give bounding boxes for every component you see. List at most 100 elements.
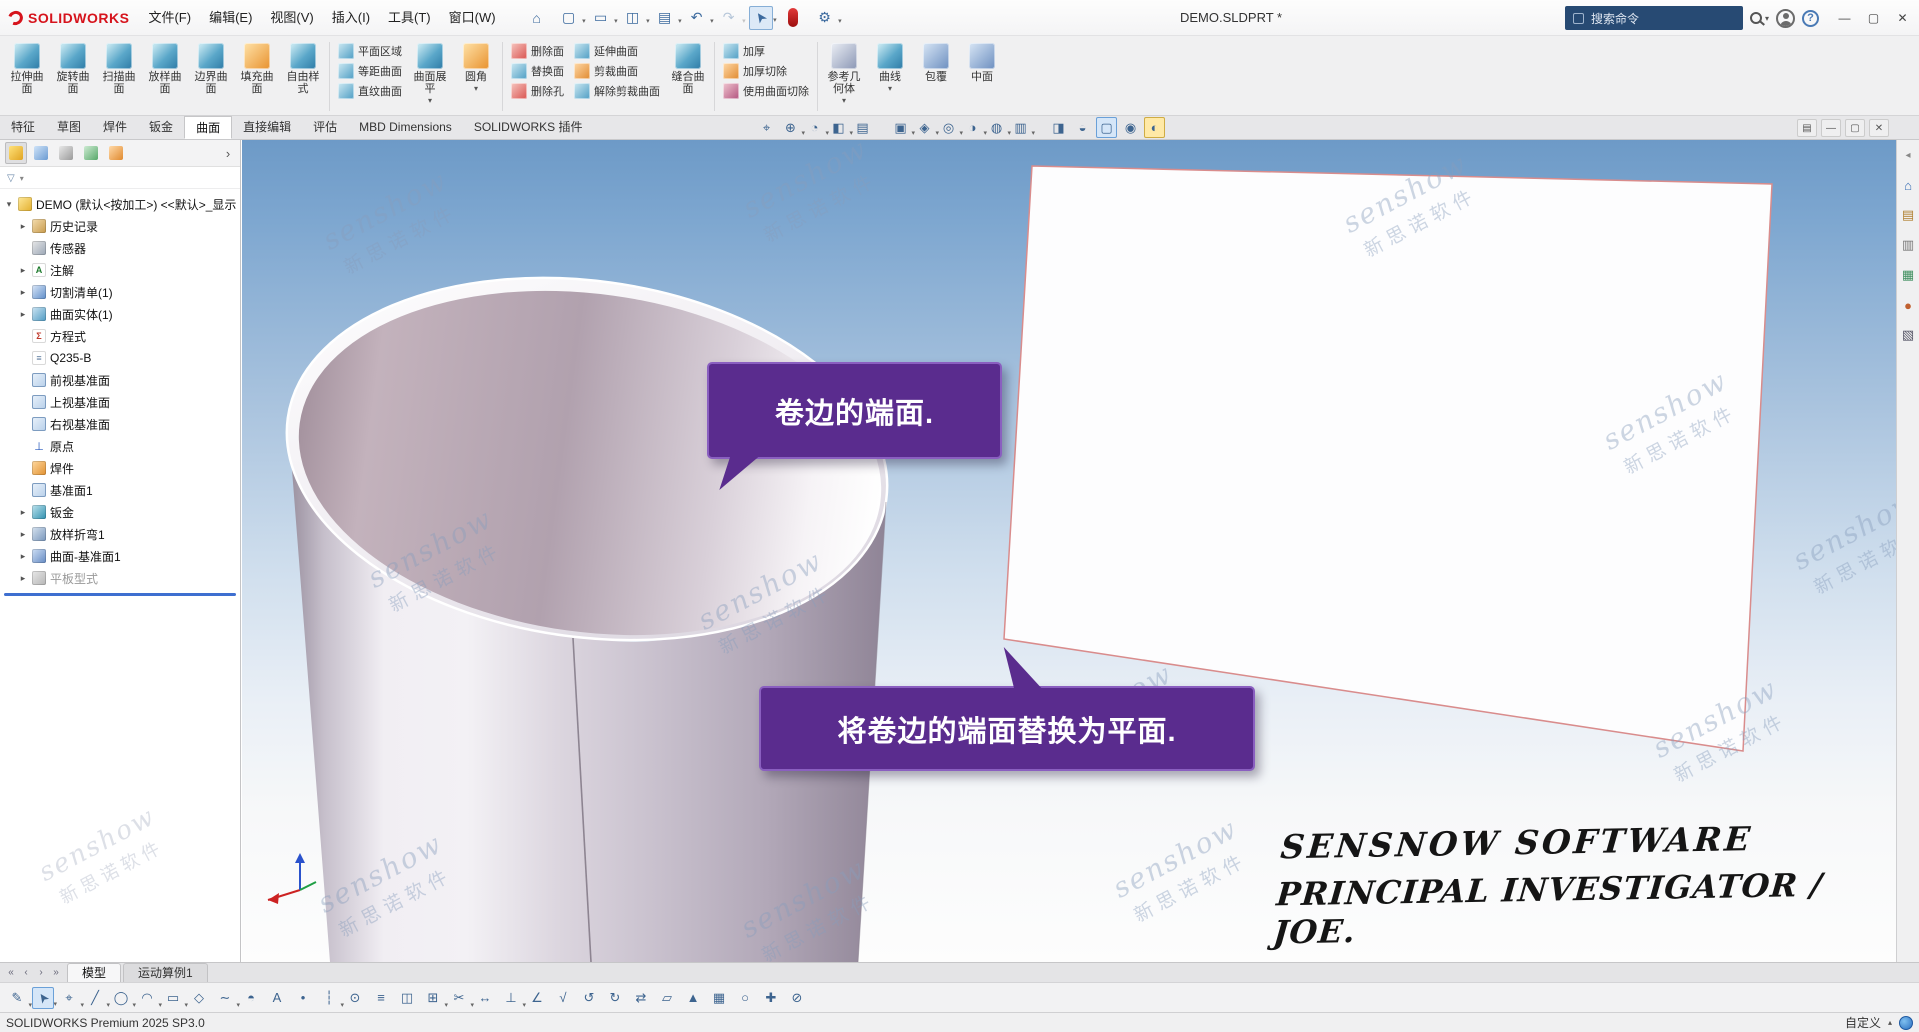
solidworks-resources-icon[interactable]: ⌂ (1899, 176, 1917, 194)
filter-caret-icon[interactable] (20, 172, 24, 184)
linear-pattern-icon[interactable]: ⊞ (422, 987, 444, 1009)
zoom-area-icon[interactable]: ⊕ (780, 117, 801, 138)
tree-item-surface-plane[interactable]: 曲面-基准面1 (2, 545, 240, 567)
undo-button[interactable]: ↶ (685, 6, 709, 30)
featuremanager-tab-icon[interactable] (5, 142, 27, 164)
menu-tools[interactable]: 工具(T) (379, 0, 440, 36)
dynamic-annotation-icon[interactable]: ▤ (852, 117, 873, 138)
xpress-products-button[interactable] (781, 6, 805, 30)
display-style-icon[interactable]: ◈ (914, 117, 935, 138)
expand-icon[interactable] (18, 287, 28, 298)
scroll-prev-icon[interactable]: ‹ (21, 967, 31, 978)
circle-tool-icon[interactable]: ◯ (110, 987, 132, 1009)
spline-tool-icon[interactable]: ∼ (214, 987, 236, 1009)
tab-evaluate[interactable]: 评估 (302, 116, 348, 139)
thickened-cut-button[interactable]: 加厚切除 (723, 63, 809, 79)
tree-item-surface-bodies[interactable]: 曲面实体(1) (2, 303, 240, 325)
design-library-icon[interactable]: ▤ (1899, 206, 1917, 224)
tab-features[interactable]: 特征 (0, 116, 46, 139)
trim-surface-button[interactable]: 剪裁曲面 (574, 63, 660, 79)
scroll-start-icon[interactable]: « (6, 967, 16, 978)
reference-geometry-button[interactable]: 参考几何体 (821, 38, 867, 115)
centerline-tool-icon[interactable]: ┆ (318, 987, 340, 1009)
tree-item-front-plane[interactable]: 前视基准面 (2, 369, 240, 391)
connection-globe-icon[interactable] (1899, 1016, 1913, 1030)
wrap-button[interactable]: 包覆 (913, 38, 959, 115)
surface-revolve-button[interactable]: 旋转曲面 (50, 38, 96, 115)
previous-view-icon[interactable]: ◔ (804, 117, 825, 138)
options-button[interactable]: ⚙ (813, 6, 837, 30)
child-toggle-icon[interactable]: ▤ (1797, 119, 1817, 137)
displaymanager-tab-icon[interactable] (105, 142, 127, 164)
extend-surface-button[interactable]: 延伸曲面 (574, 43, 660, 59)
minimize-button[interactable]: — (1830, 2, 1859, 34)
untrim-surface-button[interactable]: 解除剪裁曲面 (574, 83, 660, 99)
offset-entities-icon[interactable]: ≡ (370, 987, 392, 1009)
menu-edit[interactable]: 编辑(E) (200, 0, 261, 36)
curves-button[interactable]: 曲线 (867, 38, 913, 115)
command-search-box[interactable]: 搜索命令 (1565, 6, 1743, 30)
view-selector-cube-icon[interactable]: ▢ (1096, 117, 1117, 138)
flatten-surface-button[interactable]: 曲面展平 (407, 38, 453, 115)
tree-item-annotations[interactable]: 注解 (2, 259, 240, 281)
menu-view[interactable]: 视图(V) (261, 0, 322, 36)
camera-icon[interactable]: ◨ (1048, 117, 1069, 138)
no-external-refs-icon[interactable]: ⊘ (786, 987, 808, 1009)
appearances-scenes-icon[interactable]: ● (1899, 296, 1917, 314)
arc-tool-icon[interactable]: ◠ (136, 987, 158, 1009)
thicken-button[interactable]: 加厚 (723, 43, 809, 59)
print-button[interactable]: ▤ (653, 6, 677, 30)
new-document-button[interactable]: ▢ (557, 6, 581, 30)
model-tab[interactable]: 模型 (67, 963, 121, 982)
tree-item-sensors[interactable]: 传感器 (2, 237, 240, 259)
user-avatar[interactable] (1776, 9, 1795, 28)
tree-item-flat-pattern[interactable]: 平板型式 (2, 567, 240, 589)
menu-insert[interactable]: 插入(I) (323, 0, 379, 36)
redo-button[interactable]: ↷ (717, 6, 741, 30)
replace-face-button[interactable]: 替换面 (511, 63, 564, 79)
circular-pattern-icon[interactable]: ○ (734, 987, 756, 1009)
extend-entities-icon[interactable]: ↔ (474, 987, 496, 1009)
section-view-icon[interactable]: ◧ (828, 117, 849, 138)
rollback-bar[interactable] (4, 593, 236, 596)
scroll-next-icon[interactable]: › (36, 967, 46, 978)
taskpane-collapse-icon[interactable]: ◂ (1899, 146, 1917, 164)
tree-item-sheet-metal[interactable]: 钣金 (2, 501, 240, 523)
expand-icon[interactable] (18, 265, 28, 276)
expand-icon[interactable] (18, 309, 28, 320)
help-icon[interactable]: ? (1802, 10, 1819, 27)
surface-sweep-button[interactable]: 扫描曲面 (96, 38, 142, 115)
file-explorer-icon[interactable]: ▥ (1899, 236, 1917, 254)
customize-caret-icon[interactable]: ▴ (1888, 1018, 1892, 1027)
maximize-button[interactable]: ▢ (1859, 2, 1888, 34)
sketch-text-tool-icon[interactable]: A (266, 987, 288, 1009)
expand-icon[interactable] (18, 507, 28, 518)
tab-sketch[interactable]: 草图 (46, 116, 92, 139)
expand-icon[interactable] (18, 221, 28, 232)
tab-solidworks-addins[interactable]: SOLIDWORKS 插件 (463, 116, 594, 139)
expand-icon[interactable] (18, 551, 28, 562)
customize-label[interactable]: 自定义 (1845, 1014, 1881, 1031)
exchange-icon[interactable]: ⇄ (630, 987, 652, 1009)
tree-item-cutlist[interactable]: 切割清单(1) (2, 281, 240, 303)
point-tool-icon[interactable]: • (292, 987, 314, 1009)
tree-item-equations[interactable]: 方程式 (2, 325, 240, 347)
view-palette-icon[interactable]: ▦ (1899, 266, 1917, 284)
panel-expand-icon[interactable]: › (221, 142, 235, 164)
grid-settings-icon[interactable]: ▦ (708, 987, 730, 1009)
tree-item-history[interactable]: 历史记录 (2, 215, 240, 237)
instant-2d-icon[interactable]: ▲ (682, 987, 704, 1009)
propertymanager-tab-icon[interactable] (30, 142, 52, 164)
polygon-tool-icon[interactable]: ◇ (188, 987, 210, 1009)
search-icon[interactable] (1750, 12, 1762, 24)
render-tools-icon[interactable]: ◐ (1144, 117, 1165, 138)
planar-surface-button[interactable]: 平面区域 (338, 43, 402, 59)
custom-properties-icon[interactable]: ▧ (1899, 326, 1917, 344)
home-button[interactable]: ⌂ (525, 6, 549, 30)
angle-dimension-icon[interactable]: ∠ (526, 987, 548, 1009)
graphics-viewport[interactable]: senshow 新思诺软件 senshow 新思诺软件 senshow 新思诺软… (242, 140, 1896, 962)
tree-item-weldment[interactable]: 焊件 (2, 457, 240, 479)
tree-item-origin[interactable]: 原点 (2, 435, 240, 457)
dimxpertmanager-tab-icon[interactable] (80, 142, 102, 164)
convert-entities-icon[interactable]: ⊙ (344, 987, 366, 1009)
